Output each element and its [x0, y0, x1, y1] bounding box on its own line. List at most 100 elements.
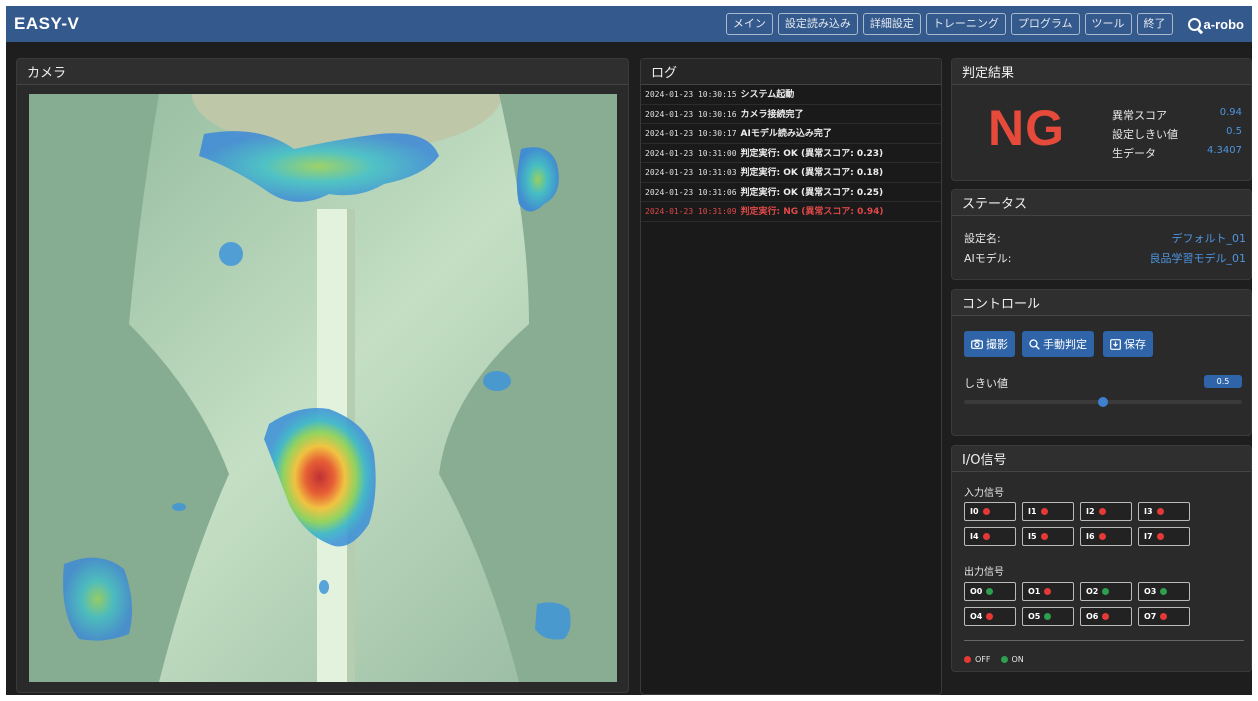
- off-indicator-icon: [982, 508, 990, 515]
- io-signal-i4: I4: [964, 527, 1016, 546]
- input-signals-label: 入力信号: [964, 488, 1004, 499]
- io-signal-i7: I7: [1138, 527, 1190, 546]
- log-message: 判定実行: OK (異常スコア: 0.25): [740, 187, 884, 198]
- io-signal-i6: I6: [1080, 527, 1132, 546]
- status-row-ai-model: AIモデル: 良品学習モデル_01: [964, 250, 1246, 266]
- io-signal-label: I0: [970, 507, 979, 516]
- on-indicator-icon: [1102, 588, 1110, 595]
- io-signal-label: O2: [1086, 587, 1099, 596]
- nav-load-settings-button[interactable]: 設定読み込み: [777, 13, 858, 35]
- status-row-label: 設定名:: [964, 232, 1001, 245]
- log-panel: ログ 2024-01-23 10:30:15 システム起動 2024-01-23 …: [640, 58, 942, 695]
- io-signal-label: O0: [970, 587, 983, 596]
- result-panel: 判定結果 NG 異常スコア 0.94 設定しきい値 0.5 生データ 4.3407: [951, 58, 1252, 181]
- on-indicator-icon: [1000, 656, 1008, 663]
- status-row-label: AIモデル:: [964, 252, 1012, 265]
- log-entry: 2024-01-23 10:31:06 判定実行: OK (異常スコア: 0.25…: [641, 183, 941, 202]
- log-message: システム起動: [740, 90, 795, 100]
- off-indicator-icon: [1040, 533, 1048, 540]
- camera-icon: [971, 339, 983, 349]
- save-button[interactable]: 保存: [1103, 331, 1153, 357]
- off-indicator-icon: [1098, 508, 1106, 515]
- off-indicator-icon: [1098, 533, 1106, 540]
- nav-exit-button[interactable]: 終了: [1136, 13, 1173, 35]
- io-signal-o2: O2: [1080, 582, 1132, 601]
- io-legend: OFF ON: [964, 655, 1024, 664]
- io-signal-label: I2: [1086, 507, 1095, 516]
- on-indicator-icon: [986, 588, 994, 595]
- io-signal-i0: I0: [964, 502, 1016, 521]
- io-signal-label: I1: [1028, 507, 1037, 516]
- io-divider: [964, 640, 1244, 641]
- logo-icon: [1187, 17, 1201, 31]
- io-signal-label: O3: [1144, 587, 1157, 596]
- log-timestamp: 2024-01-23 10:31:03: [645, 168, 737, 177]
- manual-judge-button-label: 手動判定: [1043, 338, 1087, 351]
- threshold-value-badge: 0.5: [1204, 375, 1242, 388]
- io-signal-label: I5: [1028, 532, 1037, 541]
- brand-logo-text: a-robo: [1203, 16, 1244, 32]
- status-panel-title: ステータス: [952, 190, 1251, 216]
- app-title: EASY-V: [14, 14, 80, 33]
- capture-button[interactable]: 撮影: [964, 331, 1015, 357]
- legend-on-label: ON: [1011, 655, 1024, 664]
- control-panel-title: コントロール: [952, 290, 1251, 316]
- log-entry: 2024-01-23 10:31:03 判定実行: OK (異常スコア: 0.18…: [641, 163, 941, 183]
- io-signal-label: O5: [1028, 612, 1041, 621]
- control-panel: コントロール 撮影 手動判定 保存 しきい値 0.5: [951, 289, 1252, 436]
- nav-program-button[interactable]: プログラム: [1010, 13, 1080, 35]
- result-row-value: 0.5: [1226, 126, 1242, 137]
- log-timestamp: 2024-01-23 10:31:00: [645, 148, 737, 158]
- camera-image[interactable]: [29, 94, 617, 682]
- nav-detail-settings-button[interactable]: 詳細設定: [862, 13, 921, 35]
- result-row-raw-data: 生データ 4.3407: [1112, 145, 1242, 161]
- off-indicator-icon: [982, 533, 990, 540]
- capture-button-label: 撮影: [986, 338, 1008, 351]
- on-indicator-icon: [1044, 613, 1052, 620]
- camera-panel: カメラ: [16, 58, 629, 693]
- app-window: EASY-V メイン 設定読み込み 詳細設定 トレーニング プログラム ツール …: [6, 6, 1252, 695]
- nav-training-button[interactable]: トレーニング: [925, 13, 1006, 35]
- result-row-label: 生データ: [1112, 147, 1156, 160]
- log-timestamp: 2024-01-23 10:31:06: [645, 187, 737, 197]
- top-bar: EASY-V メイン 設定読み込み 詳細設定 トレーニング プログラム ツール …: [6, 6, 1252, 42]
- manual-judge-button[interactable]: 手動判定: [1022, 331, 1094, 357]
- save-icon: [1110, 338, 1121, 350]
- log-timestamp: 2024-01-23 10:30:17: [645, 129, 737, 138]
- log-timestamp: 2024-01-23 10:30:16: [645, 109, 737, 119]
- result-panel-title: 判定結果: [952, 59, 1251, 85]
- result-row-label: 異常スコア: [1112, 109, 1167, 122]
- off-indicator-icon: [1160, 613, 1168, 620]
- log-timestamp: 2024-01-23 10:30:15: [645, 90, 737, 99]
- legend-off-label: OFF: [975, 655, 991, 664]
- off-indicator-icon: [1156, 508, 1164, 515]
- nav-tools-button[interactable]: ツール: [1084, 13, 1132, 35]
- io-signal-label: I6: [1086, 532, 1095, 541]
- log-message: 判定実行: OK (異常スコア: 0.23): [740, 148, 884, 159]
- log-list[interactable]: 2024-01-23 10:30:15 システム起動 2024-01-23 10:…: [641, 85, 941, 222]
- threshold-label: しきい値: [964, 377, 1008, 390]
- io-signal-i3: I3: [1138, 502, 1190, 521]
- log-message: 判定実行: OK (異常スコア: 0.18): [740, 168, 884, 178]
- log-message: カメラ接続完了: [740, 109, 804, 120]
- log-panel-title: ログ: [641, 59, 941, 85]
- log-entry: 2024-01-23 10:30:15 システム起動: [641, 85, 941, 105]
- io-signal-o1: O1: [1022, 582, 1074, 601]
- result-row-value: 4.3407: [1207, 145, 1242, 156]
- io-signal-label: O4: [970, 612, 983, 621]
- main-nav: メイン 設定読み込み 詳細設定 トレーニング プログラム ツール 終了 a-ro…: [725, 13, 1244, 35]
- log-timestamp: 2024-01-23 10:31:09: [645, 207, 737, 216]
- log-entry: 2024-01-23 10:31:00 判定実行: OK (異常スコア: 0.23…: [641, 144, 941, 163]
- io-panel: I/O信号 入力信号 I0 I1 I2 I3 I4 I5 I6 I7 出力信号 O0 O1 O2 O…: [951, 445, 1252, 672]
- brand-logo: a-robo: [1187, 16, 1244, 32]
- search-icon: [1029, 338, 1040, 350]
- io-panel-title: I/O信号: [952, 446, 1251, 472]
- nav-main-button[interactable]: メイン: [725, 13, 773, 35]
- off-indicator-icon: [1040, 508, 1048, 515]
- threshold-slider-thumb[interactable]: [1098, 397, 1108, 407]
- io-signal-i2: I2: [1080, 502, 1132, 521]
- log-entry: 2024-01-23 10:30:17 AIモデル読み込み完了: [641, 124, 941, 144]
- io-signal-i1: I1: [1022, 502, 1074, 521]
- on-indicator-icon: [1160, 588, 1168, 595]
- output-signals-label: 出力信号: [964, 567, 1004, 578]
